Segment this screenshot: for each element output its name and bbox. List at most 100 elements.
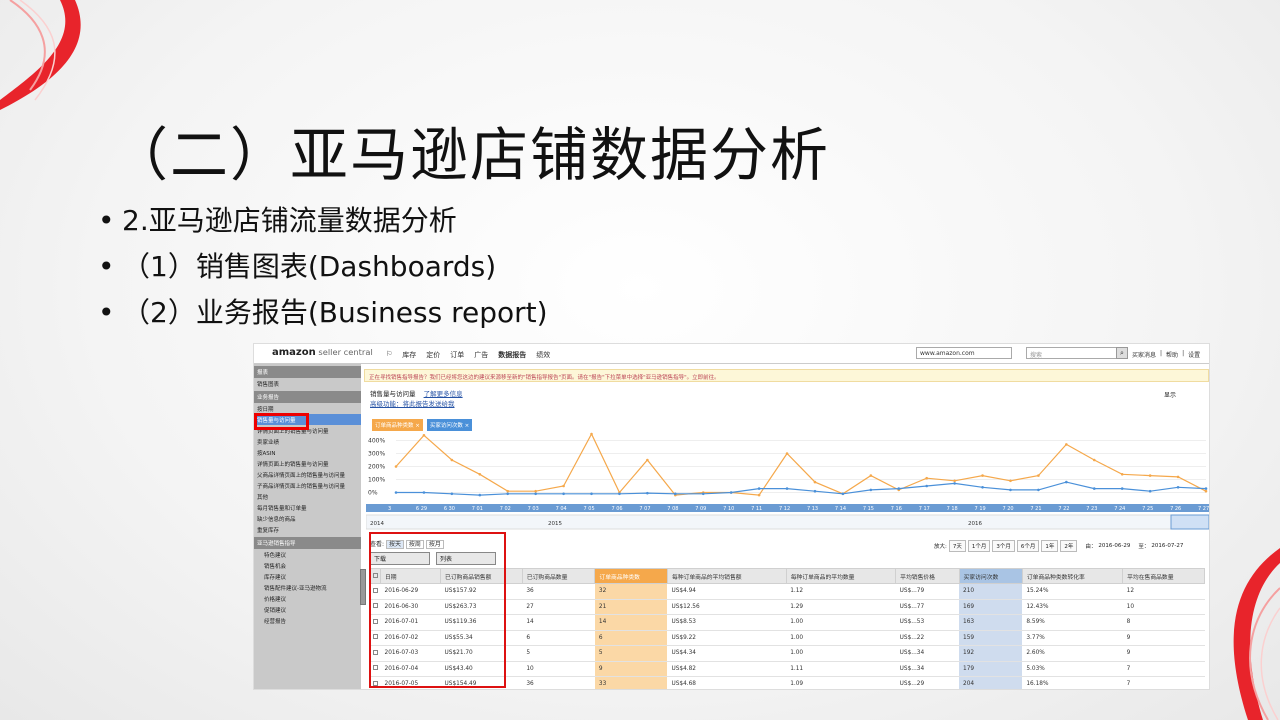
table-cell: 32 bbox=[594, 583, 668, 600]
sidebar-item[interactable]: 缺少信息的商品 bbox=[254, 513, 361, 524]
column-header[interactable]: 订单商品种类数转化率 bbox=[1021, 568, 1124, 584]
flag-icon[interactable]: ⚐ bbox=[386, 350, 392, 360]
range-button[interactable]: 7天 bbox=[948, 540, 966, 552]
sidebar-item[interactable]: 经营报告 bbox=[254, 615, 361, 626]
column-header[interactable]: 订单商品种类数 bbox=[594, 568, 668, 584]
table-cell: US$9.22 bbox=[667, 630, 787, 646]
data-point bbox=[841, 492, 845, 496]
sidebar-item[interactable]: 促销建议 bbox=[254, 604, 361, 615]
chart-header: 销售量与访问量 了解更多信息 高级功能：将此报告发送给我 bbox=[370, 388, 463, 408]
x-tick-label: 7 18 bbox=[947, 506, 958, 512]
amazon-logo[interactable]: amazon seller central bbox=[272, 347, 373, 358]
column-header[interactable]: 每种订单商品的平均数量 bbox=[785, 568, 897, 584]
sidebar-item[interactable]: 销售机会 bbox=[254, 560, 361, 571]
table-cell: US$...22 bbox=[895, 630, 960, 646]
range-button[interactable]: 6个月 bbox=[1016, 540, 1040, 552]
column-header[interactable]: 已订购商品数量 bbox=[521, 568, 596, 584]
table-cell: 6 bbox=[522, 630, 595, 646]
data-point bbox=[1037, 488, 1040, 492]
data-point bbox=[646, 458, 649, 462]
send-report-link[interactable]: 高级功能：将此报告发送给我 bbox=[370, 400, 455, 408]
column-header[interactable]: 每种订单商品的平均销售额 bbox=[666, 568, 787, 584]
data-point bbox=[1176, 486, 1180, 489]
display-toggle[interactable]: 显示 bbox=[1164, 390, 1176, 399]
sidebar-item[interactable]: 价格建议 bbox=[254, 593, 361, 604]
y-tick-label: 300% bbox=[368, 451, 385, 458]
data-point bbox=[478, 473, 482, 476]
range-button[interactable]: 2年 bbox=[1060, 540, 1078, 552]
learn-more-link[interactable]: 了解更多信息 bbox=[424, 390, 463, 398]
nav-item[interactable]: 订单 bbox=[450, 350, 464, 360]
x-tick-label: 7 19 bbox=[975, 506, 986, 512]
sidebar-item[interactable]: 销售配件建议-亚马逊物流 bbox=[254, 582, 361, 593]
data-point bbox=[869, 474, 873, 477]
table-cell: 9 bbox=[1122, 630, 1205, 646]
bullet-item: （1）销售图表(Dashboards) bbox=[98, 244, 548, 290]
data-point bbox=[925, 476, 928, 480]
table-cell: 1.00 bbox=[786, 614, 896, 631]
sidebar-item[interactable]: 按ASIN bbox=[254, 447, 361, 458]
y-tick-label: 0% bbox=[368, 490, 378, 497]
data-point bbox=[981, 486, 984, 489]
data-point bbox=[422, 434, 426, 437]
x-tick-label: 7 13 bbox=[807, 506, 818, 512]
sidebar-item[interactable]: 特色建议 bbox=[254, 549, 361, 560]
sales-traffic-chart: 400% 300% 200% 100% 0% 3 6 29 6 30 7 01 7 02 7 03 7… bbox=[366, 432, 1209, 530]
data-point bbox=[478, 493, 482, 497]
buyer-messages-link[interactable]: 买家消息 bbox=[1132, 350, 1156, 359]
data-point bbox=[1204, 487, 1208, 490]
data-point bbox=[813, 480, 817, 484]
x-tick-label: 7 14 bbox=[835, 506, 846, 512]
table-cell: US$4.68 bbox=[667, 676, 787, 689]
settings-link[interactable]: 设置 bbox=[1188, 350, 1200, 359]
table-cell: 179 bbox=[959, 661, 1023, 677]
nav-item[interactable]: 绩效 bbox=[536, 350, 550, 360]
x-tick-label: 6 29 bbox=[416, 506, 427, 512]
sidebar-item[interactable]: 详情页面上的销售量与访问量 bbox=[254, 458, 361, 469]
search-input[interactable]: 搜索 bbox=[1026, 347, 1126, 359]
from-date[interactable]: 2016-06-29 bbox=[1098, 543, 1130, 549]
sidebar-item[interactable]: 库存建议 bbox=[254, 571, 361, 582]
table-cell: US$...53 bbox=[895, 614, 960, 631]
nav-item[interactable]: 定价 bbox=[426, 350, 440, 360]
to-date[interactable]: 2016-07-27 bbox=[1151, 543, 1183, 549]
range-button[interactable]: 1年 bbox=[1041, 540, 1059, 552]
table-cell: 7 bbox=[1122, 676, 1205, 689]
column-header[interactable]: 平均在售商品数量 bbox=[1122, 568, 1205, 584]
table-cell: 15.24% bbox=[1022, 583, 1123, 600]
table-cell: 1.00 bbox=[786, 645, 896, 662]
column-header[interactable]: 平均销售价格 bbox=[895, 568, 960, 584]
table-cell: 192 bbox=[959, 645, 1023, 662]
table-cell: 159 bbox=[959, 630, 1023, 646]
sidebar-item[interactable]: 子商品详情页面上的销售量与访问量 bbox=[254, 480, 361, 491]
x-tick-label: 7 10 bbox=[723, 506, 734, 512]
x-tick-label: 7 04 bbox=[556, 506, 567, 512]
range-button[interactable]: 1个月 bbox=[967, 540, 991, 552]
year-label: 2016 bbox=[968, 521, 982, 527]
table-cell: 204 bbox=[959, 676, 1023, 689]
marketplace-select[interactable]: www.amazon.com bbox=[916, 347, 1012, 359]
nav-item[interactable]: 广告 bbox=[474, 350, 488, 360]
x-tick-label: 7 26 bbox=[1170, 506, 1181, 512]
data-point bbox=[897, 487, 901, 490]
sidebar-scrollbar[interactable] bbox=[360, 569, 366, 605]
sidebar-item[interactable]: 每月销售量和订单量 bbox=[254, 502, 361, 513]
nav-item[interactable]: 库存 bbox=[402, 350, 416, 360]
column-header[interactable]: 买家访问次数 bbox=[958, 568, 1023, 584]
sidebar-item[interactable]: 其他 bbox=[254, 491, 361, 502]
nav-item-reports[interactable]: 数据报告 bbox=[498, 350, 526, 360]
help-link[interactable]: 帮助 bbox=[1166, 350, 1178, 359]
x-tick-label: 7 24 bbox=[1114, 506, 1125, 512]
table-cell: 14 bbox=[522, 614, 595, 631]
x-tick-label: 6 30 bbox=[444, 506, 455, 512]
data-point bbox=[506, 492, 510, 496]
search-icon[interactable]: ⌕ bbox=[1116, 347, 1128, 359]
range-button[interactable]: 3个月 bbox=[992, 540, 1015, 552]
data-point bbox=[506, 489, 510, 493]
main-nav: ⚐ 库存 定价 订单 广告 数据报告 绩效 bbox=[386, 350, 550, 360]
sidebar-item[interactable]: 销售图表 bbox=[254, 378, 361, 389]
sidebar-item[interactable]: 父商品详情页面上的销售量与访问量 bbox=[254, 469, 361, 480]
sidebar-item[interactable]: 重复库存 bbox=[254, 524, 361, 535]
sidebar-item[interactable]: 卖家业绩 bbox=[254, 436, 361, 447]
bullet-item: （2）业务报告(Business report) bbox=[98, 290, 548, 336]
